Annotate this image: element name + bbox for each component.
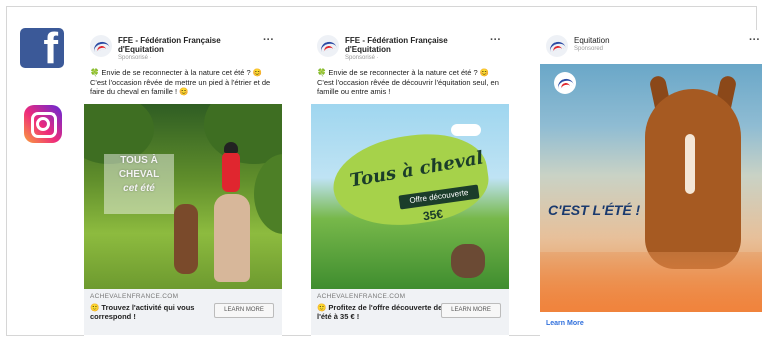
ad-footer[interactable]: ACHEVALENFRANCE.COM 🙂 Trouvez l'activité…: [84, 289, 282, 335]
more-options-icon[interactable]: ···: [490, 34, 501, 46]
ad-card-1: FFE - Fédération Française d'Equitation …: [84, 30, 282, 336]
domain-label: ACHEVALENFRANCE.COM: [90, 293, 179, 300]
ad-image[interactable]: C'EST L'ÉTÉ !: [540, 64, 762, 312]
learn-more-link[interactable]: Learn More: [546, 320, 584, 327]
price-text: 35€: [422, 206, 444, 224]
ffe-badge-icon: [451, 124, 481, 136]
image-overlay-text: TOUS À CHEVAL cet été: [104, 154, 174, 214]
helmet-graphic: [224, 142, 238, 153]
page-name[interactable]: FFE - Fédération Française d'Equitation: [345, 36, 475, 54]
ffe-logo-icon: [546, 35, 568, 57]
page-name[interactable]: Equitation: [574, 36, 704, 45]
learn-more-button[interactable]: LEARN MORE: [214, 303, 274, 318]
ffe-logo-icon: [317, 35, 339, 57]
horse-graphic: [451, 244, 485, 278]
ffe-logo-icon: [554, 72, 576, 94]
learn-more-button[interactable]: LEARN MORE: [441, 303, 501, 318]
ad-image[interactable]: Tous à cheval Offre découverte 35€: [311, 104, 509, 289]
rider-graphic: [222, 152, 240, 192]
instagram-logo-icon: [24, 105, 62, 143]
horse-graphic: [214, 194, 250, 282]
ad-footer[interactable]: ACHEVALENFRANCE.COM 🙂 Profitez de l'offr…: [311, 289, 509, 335]
more-options-icon[interactable]: ···: [749, 34, 760, 46]
water-graphic: [540, 252, 762, 312]
horse-graphic: [174, 204, 198, 274]
cta-text: 🙂 Profitez de l'offre découverte de l'ét…: [317, 303, 443, 321]
ad-image[interactable]: TOUS À CHEVAL cet été: [84, 104, 282, 289]
post-text: 🍀 Envie de se reconnecter à la nature ce…: [90, 68, 271, 96]
headline-text: C'EST L'ÉTÉ !: [548, 202, 641, 218]
cta-text: 🙂 Trouvez l'activité qui vous correspond…: [90, 303, 195, 321]
facebook-logo-icon: f: [20, 27, 64, 71]
sponsored-label: Sponsored: [574, 46, 604, 52]
post-text: 🍀 Envie de se reconnecter à la nature ce…: [317, 68, 499, 96]
sponsored-label: Sponsorisé ·: [345, 55, 379, 61]
more-options-icon[interactable]: ···: [263, 34, 274, 46]
ad-card-2: FFE - Fédération Française d'Equitation …: [311, 30, 509, 336]
sponsored-label: Sponsorisé ·: [118, 55, 152, 61]
domain-label: ACHEVALENFRANCE.COM: [317, 293, 406, 300]
ad-card-3: Equitation Sponsored ··· C'EST L'ÉTÉ ! L…: [540, 30, 762, 336]
ffe-logo-icon: [90, 35, 112, 57]
page-name[interactable]: FFE - Fédération Française d'Equitation: [118, 36, 248, 54]
